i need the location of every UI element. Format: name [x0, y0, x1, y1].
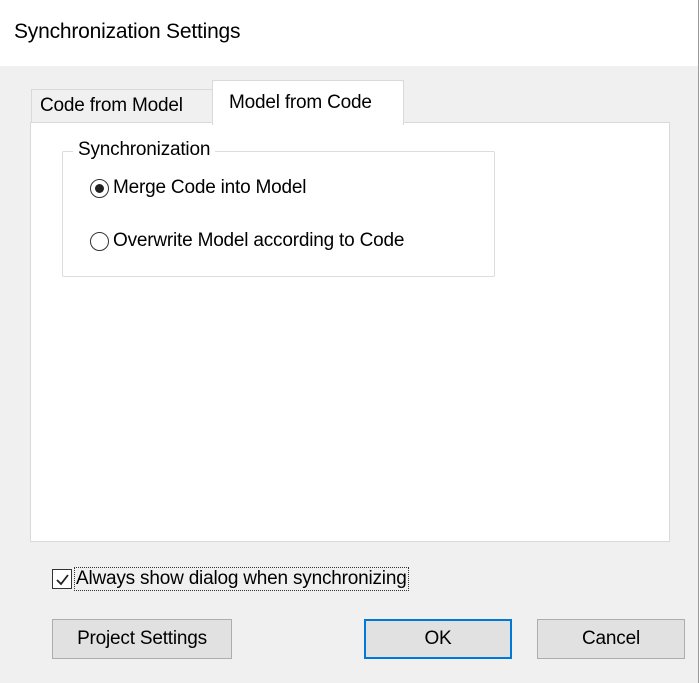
tab-panel: Synchronization Merge Code into Model Ov…	[30, 122, 670, 542]
always-show-dialog-checkbox[interactable]: Always show dialog when synchronizing	[52, 567, 409, 591]
checkbox-label: Always show dialog when synchronizing	[74, 567, 409, 591]
radio-label: Merge Code into Model	[113, 177, 307, 198]
ok-button[interactable]: OK	[364, 619, 512, 659]
title-bar: Synchronization Settings	[0, 0, 698, 66]
tab-model-from-code[interactable]: Model from Code	[212, 80, 404, 125]
synchronization-settings-dialog: Synchronization Settings Code from Model…	[0, 0, 699, 683]
radio-unselected-icon[interactable]	[90, 231, 109, 251]
radio-merge-code-into-model[interactable]: Merge Code into Model	[90, 177, 306, 199]
cancel-button[interactable]: Cancel	[537, 619, 685, 659]
radio-selected-icon[interactable]	[90, 178, 109, 198]
tab-code-from-model[interactable]: Code from Model	[31, 89, 213, 123]
checkmark-icon[interactable]	[52, 569, 72, 589]
dialog-title: Synchronization Settings	[14, 20, 241, 43]
group-legend: Synchronization	[73, 139, 216, 161]
synchronization-group: Synchronization Merge Code into Model Ov…	[62, 139, 495, 277]
project-settings-button[interactable]: Project Settings	[52, 619, 232, 659]
radio-label: Overwrite Model according to Code	[113, 230, 405, 251]
radio-overwrite-model[interactable]: Overwrite Model according to Code	[90, 230, 404, 252]
